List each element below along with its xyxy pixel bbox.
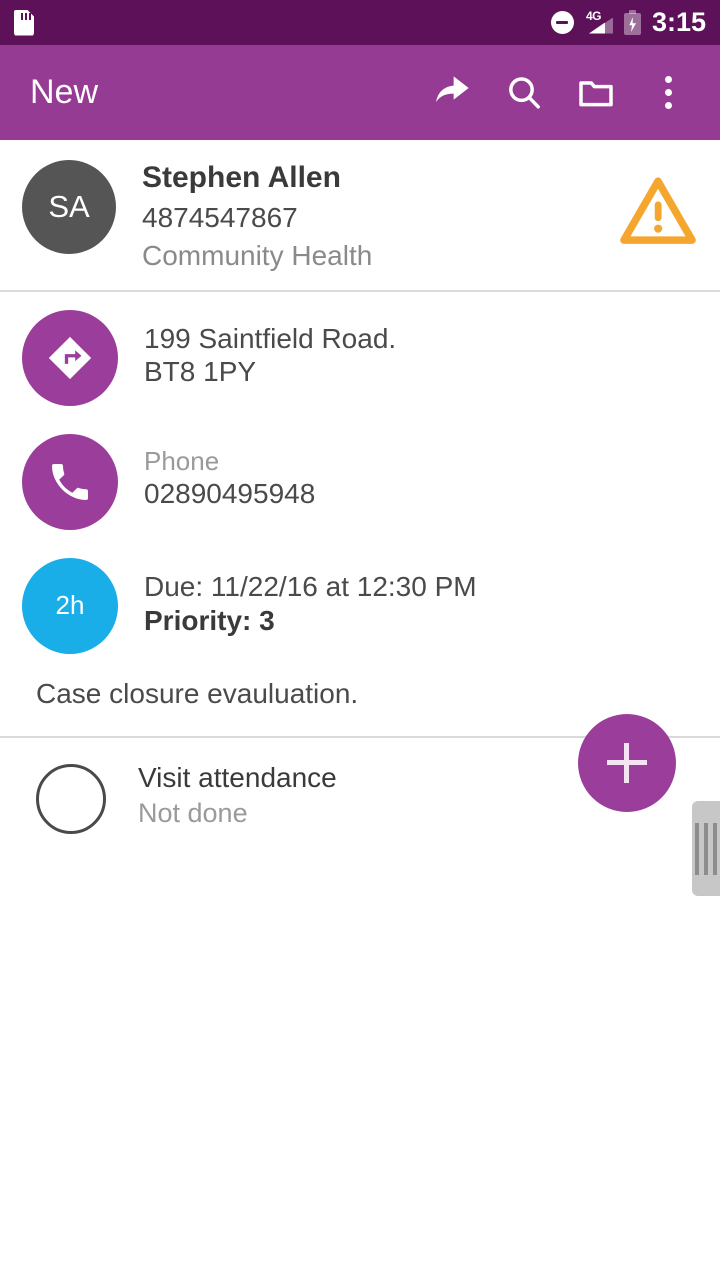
signal-bars-icon: 4G <box>585 9 613 35</box>
task-title: Visit attendance <box>138 761 337 793</box>
duration-badge: 2h <box>22 557 118 654</box>
contact-organization: Community Health <box>142 240 373 272</box>
avatar: SA <box>22 160 116 254</box>
status-bar-right: 4G 3:15 <box>550 7 706 38</box>
content-area: SA Stephen Allen 4874547867 Community He… <box>0 140 720 896</box>
overflow-menu-icon[interactable] <box>632 57 704 129</box>
phone-text: Phone 02890495948 <box>144 434 315 510</box>
add-button[interactable] <box>578 713 676 812</box>
sd-card-icon <box>14 9 34 36</box>
do-not-disturb-icon <box>550 11 574 34</box>
status-bar-clock: 3:15 <box>651 7 706 37</box>
search-icon[interactable] <box>488 57 560 129</box>
priority: Priority: 3 <box>144 604 275 636</box>
app-bar: New <box>0 45 720 140</box>
schedule-row[interactable]: 2h Due: 11/22/16 at 12:30 PM Priority: 3 <box>0 540 720 664</box>
contact-header[interactable]: SA Stephen Allen 4874547867 Community He… <box>0 140 720 290</box>
address-line-1: 199 Saintfield Road. <box>144 322 397 354</box>
scroll-thumb[interactable] <box>692 801 720 896</box>
folder-icon[interactable] <box>560 57 632 129</box>
task-checkbox-unchecked[interactable] <box>36 763 106 834</box>
task-text: Visit attendance Not done <box>138 760 337 831</box>
app-bar-actions <box>416 57 704 129</box>
status-bar-left <box>14 9 34 36</box>
status-bar: 4G 3:15 <box>0 0 720 45</box>
due-date: Due: 11/22/16 at 12:30 PM <box>144 570 477 602</box>
contact-details: Stephen Allen 4874547867 Community Healt… <box>142 156 372 276</box>
task-status: Not done <box>138 798 248 829</box>
warning-triangle-icon <box>618 174 698 251</box>
address-text: 199 Saintfield Road. BT8 1PY <box>144 310 396 388</box>
directions-icon <box>22 309 118 406</box>
phone-number: 02890495948 <box>144 477 316 509</box>
share-icon[interactable] <box>416 57 488 129</box>
phone-icon <box>22 433 118 530</box>
phone-row[interactable]: Phone 02890495948 <box>0 416 720 540</box>
address-line-2: BT8 1PY <box>144 355 257 387</box>
contact-name: Stephen Allen <box>142 161 341 194</box>
page-title: New <box>30 73 99 111</box>
address-row[interactable]: 199 Saintfield Road. BT8 1PY <box>0 292 720 416</box>
schedule-text: Due: 11/22/16 at 12:30 PM Priority: 3 <box>144 558 477 638</box>
plus-icon <box>607 742 647 783</box>
phone-label: Phone <box>144 445 220 476</box>
contact-id: 4874547867 <box>142 201 298 233</box>
battery-charging-icon <box>623 10 641 35</box>
